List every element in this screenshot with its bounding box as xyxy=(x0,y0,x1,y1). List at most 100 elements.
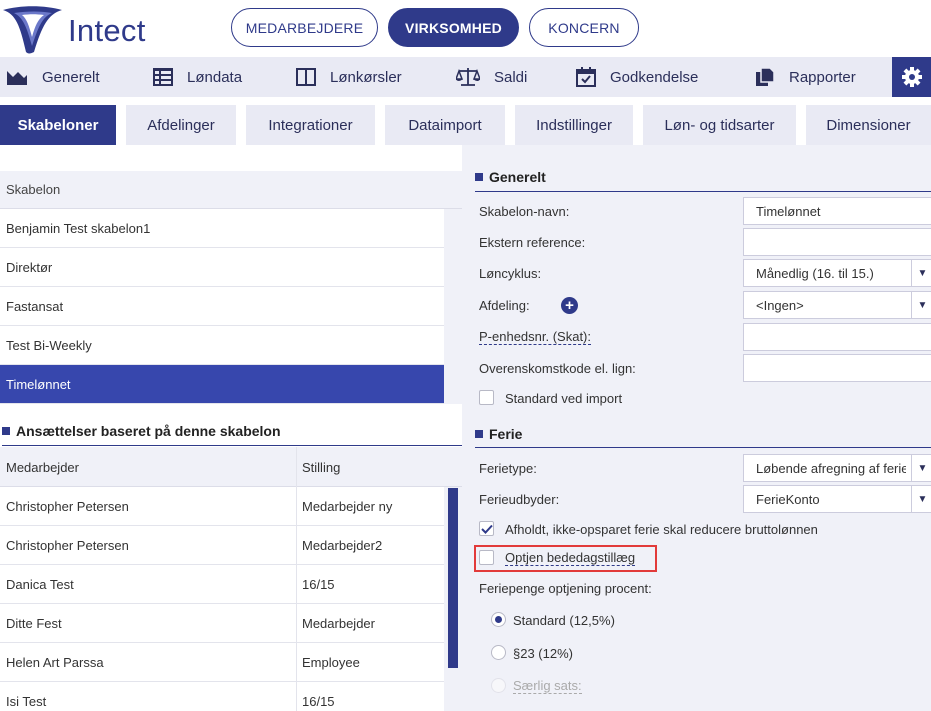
copy-icon xyxy=(756,67,775,86)
nav-payroll-data[interactable]: Løndata xyxy=(153,57,242,97)
vacation-provider-select[interactable]: FerieKonto ▼ xyxy=(743,485,931,513)
gear-icon xyxy=(901,67,922,87)
employments-section-title: Ansættelser baseret på denne skabelon xyxy=(2,421,281,441)
column-divider xyxy=(296,447,297,711)
nav-payroll-data-label: Løndata xyxy=(187,68,243,86)
intect-logo[interactable]: Intect xyxy=(0,4,170,56)
nav-approval[interactable]: Godkendelse xyxy=(576,57,698,97)
company-pill-button[interactable]: VIRKSOMHED xyxy=(388,8,519,47)
department-label: Afdeling: xyxy=(479,297,530,313)
nav-balances-label: Saldi xyxy=(494,68,528,86)
nav-approval-label: Godkendelse xyxy=(610,68,699,86)
vacation-type-select[interactable]: Løbende afregning af ferie... ▼ xyxy=(743,454,931,482)
vacation-section-title: Ferie xyxy=(475,424,522,444)
position-cell: Medarbejder ny xyxy=(302,499,393,514)
nav-reports-label: Rapporter xyxy=(789,68,856,86)
tab-data-import[interactable]: Dataimport xyxy=(385,105,505,145)
group-pill-button[interactable]: KONCERN xyxy=(529,8,639,47)
position-cell: 16/15 xyxy=(302,577,335,592)
nav-reports[interactable]: Rapporter xyxy=(755,57,856,97)
employments-divider xyxy=(2,445,462,446)
pay-cycle-label: Løncyklus: xyxy=(479,265,542,281)
chart-area-icon xyxy=(7,71,27,85)
tab-settings[interactable]: Indstillinger xyxy=(515,105,633,145)
column-header-position[interactable]: Stilling xyxy=(302,447,340,487)
p-unit-label-text: P-enhedsnr. (Skat): xyxy=(479,329,591,345)
employees-pill-button[interactable]: MEDARBEJDERE xyxy=(231,8,378,47)
pay-cycle-select[interactable]: Månedlig (16. til 15.) ▼ xyxy=(743,259,931,287)
tab-departments[interactable]: Afdelinger xyxy=(126,105,236,145)
radio-special-rate[interactable] xyxy=(491,678,506,693)
tab-templates[interactable]: Skabeloner xyxy=(0,105,116,145)
radio-special-rate-label: Særlig sats: xyxy=(513,676,582,696)
table-row[interactable] xyxy=(0,604,444,643)
general-section-title: Generelt xyxy=(475,167,546,187)
chevron-down-icon[interactable]: ▼ xyxy=(911,292,931,318)
nav-general[interactable]: Generelt xyxy=(6,57,100,97)
vacation-type-value: Løbende afregning af ferie... xyxy=(756,460,906,476)
p-unit-label: P-enhedsnr. (Skat): xyxy=(479,327,591,347)
templates-grid-header[interactable]: Skabelon xyxy=(0,171,462,209)
default-import-checkbox[interactable] xyxy=(479,390,494,405)
nav-general-label: Generelt xyxy=(42,68,100,86)
pay-cycle-value: Månedlig (16. til 15.) xyxy=(756,265,874,281)
chevron-down-icon[interactable]: ▼ xyxy=(911,260,931,286)
nav-balances[interactable]: Saldi xyxy=(456,57,527,97)
template-row[interactable]: Fastansat xyxy=(0,287,444,326)
external-ref-label: Ekstern reference: xyxy=(479,234,586,250)
templates-grid-edge xyxy=(444,209,462,404)
table-icon xyxy=(153,68,173,86)
special-rate-text: Særlig sats: xyxy=(513,678,582,694)
plus-icon: + xyxy=(565,297,574,314)
add-department-button[interactable]: + xyxy=(561,297,578,314)
position-cell: Employee xyxy=(302,655,360,670)
settings-gear-button[interactable] xyxy=(892,57,931,97)
vacation-divider xyxy=(475,447,931,448)
tab-dimensions[interactable]: Dimensioner xyxy=(806,105,931,145)
p-unit-input[interactable] xyxy=(743,323,931,351)
radio-section-23[interactable] xyxy=(491,645,506,660)
template-row-selected[interactable]: Timelønnet xyxy=(0,365,444,404)
template-row[interactable]: Test Bi-Weekly xyxy=(0,326,444,365)
radio-standard-label: Standard (12,5%) xyxy=(513,612,615,628)
radio-section-23-label: §23 (12%) xyxy=(513,645,573,661)
brand-name: Intect xyxy=(68,13,146,48)
employee-name-cell: Christopher Petersen xyxy=(6,499,129,514)
section-marker xyxy=(2,427,10,435)
tab-integrations[interactable]: Integrationer xyxy=(246,105,375,145)
employee-name-cell: Isi Test xyxy=(6,694,47,709)
position-cell: Medarbejder xyxy=(302,616,375,631)
column-header-employee[interactable]: Medarbejder xyxy=(6,447,79,487)
template-name-label: Skabelon-navn: xyxy=(479,203,570,219)
template-row[interactable]: Benjamin Test skabelon1 xyxy=(0,209,444,248)
vacation-type-label: Ferietype: xyxy=(479,460,537,476)
employments-title-text: Ansættelser baseret på denne skabelon xyxy=(16,423,281,439)
employee-name-cell: Christopher Petersen xyxy=(6,538,129,553)
checkmark-icon xyxy=(480,524,493,534)
reduce-gross-label: Afholdt, ikke-opsparet ferie skal reduce… xyxy=(505,521,818,537)
table-row[interactable] xyxy=(0,682,444,711)
chevron-down-icon[interactable]: ▼ xyxy=(911,486,931,512)
vacation-title-text: Ferie xyxy=(489,426,523,442)
radio-standard[interactable] xyxy=(491,612,506,627)
scale-icon xyxy=(456,68,480,86)
vacation-percent-label: Feriepenge optjening procent: xyxy=(479,580,652,596)
external-ref-input[interactable] xyxy=(743,228,931,256)
highlight-box xyxy=(474,545,657,572)
general-title-text: Generelt xyxy=(489,169,546,185)
default-import-label: Standard ved import xyxy=(505,390,623,406)
tab-pay-time-types[interactable]: Løn- og tidsarter xyxy=(643,105,796,145)
template-name-input[interactable]: Timelønnet xyxy=(743,197,931,225)
reduce-gross-checkbox[interactable] xyxy=(479,521,494,536)
department-select[interactable]: <Ingen> ▼ xyxy=(743,291,931,319)
section-marker xyxy=(475,173,483,181)
employments-scrollbar[interactable] xyxy=(448,488,458,668)
calendar-check-icon xyxy=(576,67,596,87)
radio-selected-dot xyxy=(495,616,502,623)
chevron-down-icon[interactable]: ▼ xyxy=(911,455,931,481)
nav-payroll-runs[interactable]: Lønkørsler xyxy=(296,57,402,97)
agreement-code-input[interactable] xyxy=(743,354,931,382)
columns-icon xyxy=(296,68,316,86)
general-divider xyxy=(475,191,931,192)
template-row[interactable]: Direktør xyxy=(0,248,444,287)
